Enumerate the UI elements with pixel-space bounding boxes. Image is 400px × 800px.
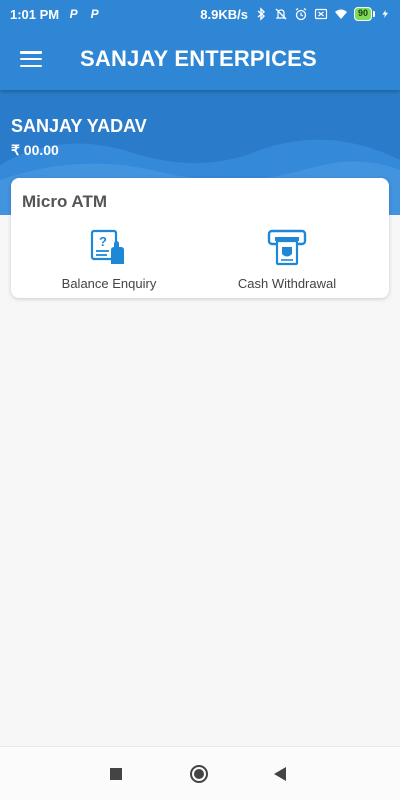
cash-withdrawal-icon: [267, 229, 307, 266]
cash-withdrawal-label: Cash Withdrawal: [237, 276, 337, 291]
status-time: 1:01 PM: [10, 6, 60, 22]
network-speed: 8.9KB/s: [200, 6, 248, 22]
home-button[interactable]: [190, 765, 208, 783]
wifi-icon: [334, 9, 347, 19]
status-left: 1:01 PM P P: [10, 7, 101, 22]
battery-tip: [373, 11, 375, 17]
cash-withdrawal-button[interactable]: Cash Withdrawal: [212, 228, 362, 291]
status-right: 8.9KB/s 90: [200, 7, 390, 22]
balance-enquiry-icon: ?: [90, 229, 124, 264]
battery-level: 90: [353, 7, 372, 21]
micro-atm-card: Micro ATM ? Balance Enquiry Cash Withdra…: [11, 178, 389, 298]
app-bar: SANJAY ENTERPICES: [0, 28, 400, 90]
p-notification-icon: P: [90, 7, 99, 21]
charging-icon: [382, 10, 389, 18]
wallet-balance: ₹ 00.00: [11, 142, 59, 158]
sim-off-icon: [314, 8, 328, 20]
back-button[interactable]: [274, 767, 286, 781]
menu-button[interactable]: [0, 28, 62, 90]
user-name: SANJAY YADAV: [11, 116, 147, 136]
status-bar: 1:01 PM P P 8.9KB/s 90: [0, 0, 400, 28]
mute-icon: [275, 8, 287, 20]
card-title: Micro ATM: [22, 192, 107, 211]
balance-enquiry-button[interactable]: ? Balance Enquiry: [34, 228, 184, 291]
app-title: SANJAY ENTERPICES: [80, 46, 317, 71]
recents-button[interactable]: [110, 768, 122, 780]
battery-indicator: 90: [353, 7, 375, 21]
system-nav-bar: [0, 746, 400, 800]
svg-text:?: ?: [99, 234, 107, 249]
alarm-icon: [295, 8, 307, 21]
hamburger-menu-icon: [20, 51, 42, 67]
balance-enquiry-label: Balance Enquiry: [61, 276, 157, 291]
bluetooth-icon: [257, 7, 266, 21]
p-notification-icon: P: [69, 7, 78, 21]
